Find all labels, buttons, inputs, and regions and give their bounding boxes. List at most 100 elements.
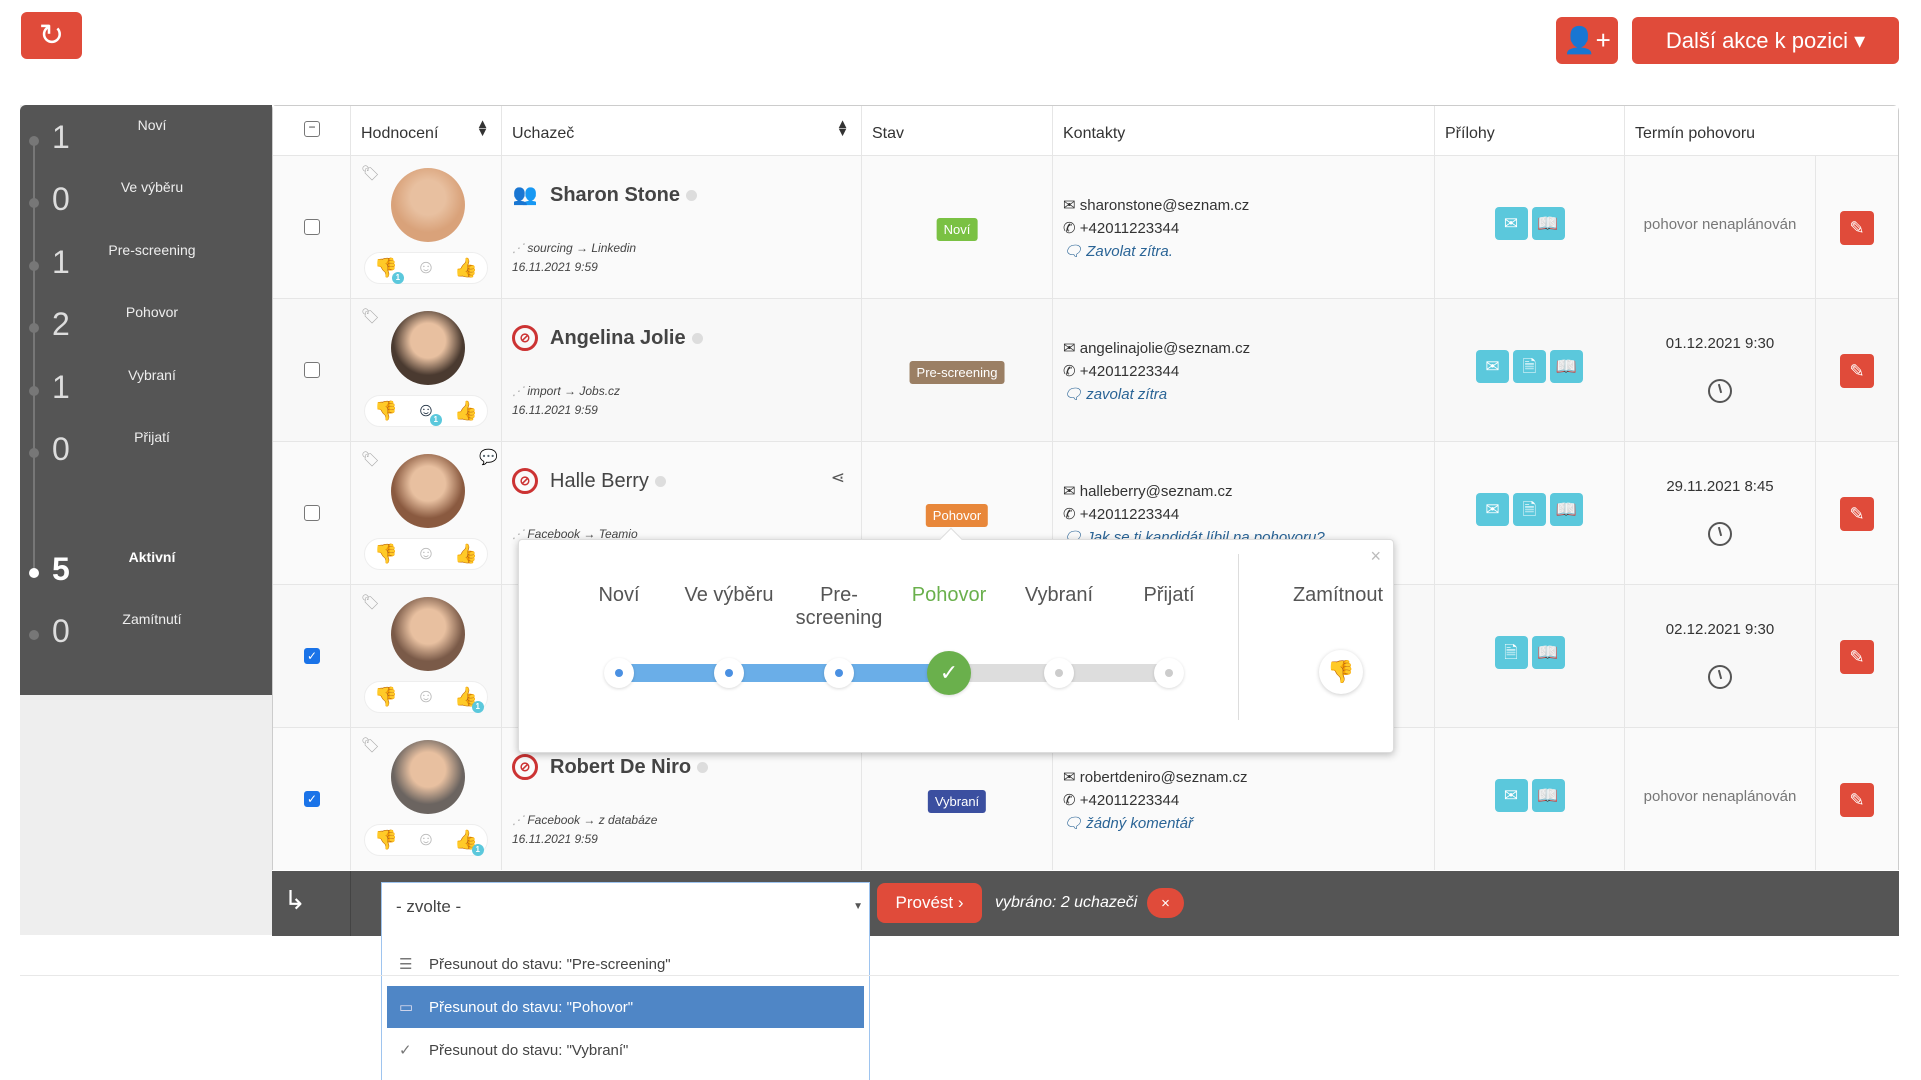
book-icon[interactable]: 📖 [1550, 350, 1583, 383]
sort-icon[interactable]: ▲ ▼ [836, 117, 849, 138]
row-checkbox[interactable] [304, 362, 320, 378]
mail-icon[interactable]: ✉ [1476, 350, 1509, 383]
mail-icon[interactable]: ✉ [1476, 493, 1509, 526]
edit-button[interactable]: ✎ [1840, 354, 1874, 388]
thumbs-down-icon[interactable]: 👎 [374, 828, 398, 852]
candidate-name[interactable]: Robert De Niro [550, 756, 691, 779]
share-icon[interactable]: ⋖ [831, 468, 845, 488]
bulk-action-select[interactable]: - zvolte - ▼ ☰ Přesunout do stavu: "Pre-s… [381, 882, 870, 1080]
thumbs-down-icon[interactable]: 👎 [374, 542, 398, 566]
stage-node[interactable] [1044, 658, 1074, 688]
run-action-button[interactable]: Provést › [877, 883, 982, 923]
thumbs-up-icon[interactable]: 👍 [454, 256, 478, 280]
header-candidate[interactable]: Uchazeč ▲ ▼ [502, 106, 862, 155]
neutral-face-icon[interactable]: ☺ [416, 829, 435, 851]
book-icon[interactable]: 📖 [1531, 207, 1565, 240]
edit-button[interactable]: ✎ [1840, 497, 1874, 531]
sidebar-item-status[interactable]: 0 Přijatí [20, 425, 272, 485]
stage-label[interactable]: Ve výběru [669, 584, 789, 607]
sidebar-item-status[interactable]: 1 Vybraní [20, 363, 272, 423]
document-icon[interactable]: 🗎 [1513, 493, 1546, 526]
edit-button[interactable]: ✎ [1840, 211, 1874, 245]
status-badge[interactable]: Pohovor [925, 504, 989, 527]
email[interactable]: robertdeniro@seznam.cz [1080, 769, 1248, 786]
email[interactable]: sharonstone@seznam.cz [1080, 197, 1249, 214]
row-checkbox[interactable] [304, 505, 320, 521]
more-actions-button[interactable]: Další akce k pozici ▾ [1632, 17, 1899, 64]
status-badge[interactable]: Vybraní [927, 790, 987, 813]
select-all-checkbox[interactable]: − [304, 121, 320, 137]
reject-button[interactable]: 👎 [1319, 650, 1363, 694]
book-icon[interactable]: 📖 [1531, 636, 1565, 669]
neutral-face-icon[interactable]: ☺ 1 [416, 400, 442, 426]
thumbs-up-icon[interactable]: 👍 [454, 399, 478, 423]
row-checkbox[interactable] [304, 219, 320, 235]
sidebar-item-status[interactable]: 1 Noví [20, 113, 272, 173]
row-checkbox[interactable]: ✓ [304, 648, 320, 664]
stage-node[interactable] [1154, 658, 1184, 688]
thumbs-up-icon[interactable]: 👍 1 [454, 828, 484, 856]
neutral-face-icon[interactable]: ☺ [416, 543, 435, 565]
book-icon[interactable]: 📖 [1550, 493, 1583, 526]
phone: +42011223344 [1079, 792, 1180, 809]
comment-link[interactable]: zavolat zítra [1086, 386, 1167, 403]
close-icon[interactable]: × [1370, 546, 1381, 567]
comment-link[interactable]: žádný komentář [1086, 815, 1193, 832]
comment-icon[interactable]: 💬 [479, 448, 498, 466]
sidebar-item-status[interactable]: 0 Ve výběru [20, 175, 272, 235]
mail-icon[interactable]: ✉ [1494, 207, 1528, 240]
row-checkbox[interactable]: ✓ [304, 791, 320, 807]
neutral-face-icon[interactable]: ☺ [416, 686, 435, 708]
document-icon[interactable]: 🗎 [1513, 350, 1546, 383]
clear-selection-button[interactable]: × [1147, 888, 1184, 918]
select-option[interactable]: ▭ Přesunout do stavu: "Pohovor" [387, 986, 864, 1028]
stage-label[interactable]: Pre-screening [794, 584, 884, 630]
edit-button[interactable]: ✎ [1840, 640, 1874, 674]
thumbs-up-icon[interactable]: 👍 [454, 542, 478, 566]
thumbs-down-icon[interactable]: 👎 [374, 399, 398, 423]
header-rating[interactable]: Hodnocení ▲ ▼ [351, 106, 502, 155]
sidebar-item-status[interactable]: 2 Pohovor [20, 300, 272, 360]
stage-label[interactable]: Vybraní [999, 584, 1119, 607]
neutral-face-icon[interactable]: ☺ [416, 257, 435, 279]
candidate-name[interactable]: Angelina Jolie [550, 327, 686, 350]
sidebar-item-active[interactable]: 5 Aktivní [20, 545, 272, 605]
candidate-name[interactable]: Halle Berry [550, 470, 649, 493]
stage-label[interactable]: Přijatí [1109, 584, 1229, 607]
candidate-name[interactable]: Sharon Stone [550, 184, 680, 207]
tag-icon[interactable]: 🏷 [361, 164, 380, 182]
email[interactable]: halleberry@seznam.cz [1080, 483, 1233, 500]
rss-icon: ⋰ [512, 813, 528, 827]
document-icon[interactable]: 🗎 [1494, 636, 1528, 669]
stage-label[interactable]: Noví [559, 584, 679, 607]
edit-button[interactable]: ✎ [1840, 783, 1874, 817]
tag-icon[interactable]: 🏷 [361, 593, 380, 611]
stage-node[interactable] [714, 658, 744, 688]
tag-icon[interactable]: 🏷 [361, 307, 380, 325]
book-icon[interactable]: 📖 [1531, 779, 1565, 812]
clock-icon[interactable] [1708, 379, 1732, 403]
stage-node[interactable] [824, 658, 854, 688]
select-option[interactable]: ☰ Přesunout do stavu: "Pre-screening" [387, 943, 864, 985]
comment-link[interactable]: Zavolat zítra. [1086, 243, 1173, 260]
thumbs-up-icon[interactable]: 👍 1 [454, 685, 484, 713]
clock-icon[interactable] [1708, 522, 1732, 546]
select-option[interactable]: ✓ Přesunout do stavu: "Vybraní" [387, 1029, 864, 1071]
status-badge[interactable]: Pre-screening [909, 361, 1005, 384]
add-candidate-button[interactable]: 👤+ [1556, 17, 1618, 64]
tag-icon[interactable]: 🏷 [361, 736, 380, 754]
refresh-button[interactable]: ↻ [21, 12, 82, 59]
sort-icon[interactable]: ▲ ▼ [476, 117, 489, 138]
sidebar-item-status[interactable]: 1 Pre-screening [20, 238, 272, 298]
tag-icon[interactable]: 🏷 [361, 450, 380, 468]
thumbs-down-icon[interactable]: 👎 1 [374, 256, 404, 284]
thumbs-down-icon[interactable]: 👎 [374, 685, 398, 709]
stage-label[interactable]: Pohovor [889, 584, 1009, 607]
sidebar-item-rejected[interactable]: 0 Zamítnutí [20, 607, 272, 667]
clock-icon[interactable] [1708, 665, 1732, 689]
stage-node[interactable]: ✓ [927, 651, 971, 695]
mail-icon[interactable]: ✉ [1494, 779, 1528, 812]
stage-node[interactable] [604, 658, 634, 688]
status-badge[interactable]: Noví [936, 218, 978, 241]
email[interactable]: angelinajolie@seznam.cz [1080, 340, 1250, 357]
